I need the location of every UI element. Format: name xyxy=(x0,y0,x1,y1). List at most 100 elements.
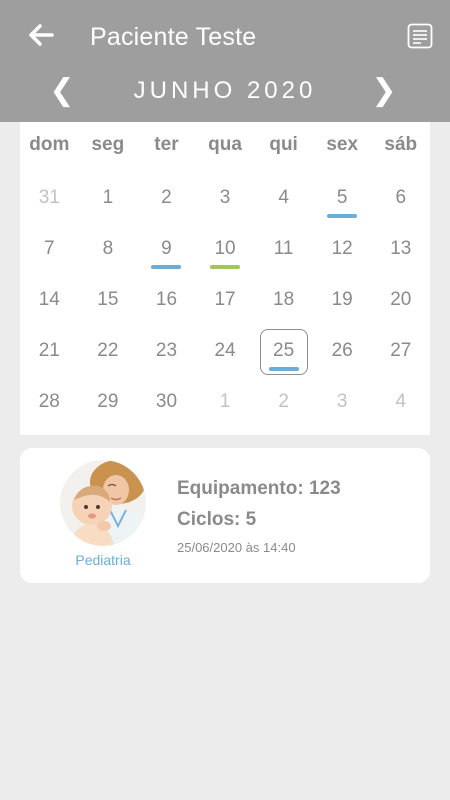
calendar-day[interactable]: 11 xyxy=(254,225,313,276)
day-number: 30 xyxy=(155,391,178,412)
day-number: 15 xyxy=(97,289,119,310)
calendar-day[interactable]: 23 xyxy=(137,327,196,378)
day-number: 20 xyxy=(390,289,412,310)
calendar-day[interactable]: 2 xyxy=(137,174,196,225)
weekday-label: dom xyxy=(29,134,70,155)
day-number: 11 xyxy=(273,238,294,259)
calendar-week-row: 21 22 23 24 25 26 27 xyxy=(20,327,430,378)
day-number: 6 xyxy=(395,187,407,208)
calendar-week-row: 31 1 2 3 4 5 6 xyxy=(20,174,430,225)
calendar-day[interactable]: 4 xyxy=(371,378,430,429)
day-number: 4 xyxy=(278,187,289,208)
weekday-header: dom seg ter qua qui sex sáb xyxy=(20,134,430,164)
calendar-day[interactable]: 28 xyxy=(20,378,79,429)
back-button[interactable] xyxy=(24,18,58,52)
day-number: 16 xyxy=(155,289,178,310)
event-indicator xyxy=(268,367,299,371)
calendar-day[interactable]: 6 xyxy=(371,174,430,225)
calendar-day[interactable]: 30 xyxy=(137,378,196,429)
day-number: 27 xyxy=(390,340,412,361)
app-header: Paciente Teste ❮ JUNHO 2020 ❯ xyxy=(0,0,450,122)
day-number: 17 xyxy=(214,289,236,310)
calendar-day[interactable]: 7 xyxy=(20,225,79,276)
calendar-day[interactable]: 1 xyxy=(196,378,255,429)
calendar-week-row: 14 15 16 17 18 19 20 xyxy=(20,276,430,327)
calendar-day[interactable]: 8 xyxy=(79,225,138,276)
day-number: 21 xyxy=(38,340,60,361)
arrow-left-icon xyxy=(29,24,54,46)
day-number: 8 xyxy=(102,238,114,259)
day-number: 14 xyxy=(38,289,60,310)
calendar-day[interactable]: 27 xyxy=(371,327,430,378)
calendar-day[interactable]: 31 xyxy=(20,174,79,225)
cycles-label: Ciclos: 5 xyxy=(177,509,257,530)
category-label: Pediatria xyxy=(75,552,131,568)
day-number: 2 xyxy=(161,187,172,208)
document-list-icon xyxy=(407,23,433,49)
calendar-day[interactable]: 21 xyxy=(20,327,79,378)
day-number: 31 xyxy=(38,187,60,208)
next-month-button[interactable]: ❯ xyxy=(366,72,402,110)
day-number: 19 xyxy=(331,289,353,310)
weekday-label: ter xyxy=(154,134,179,155)
calendar-day[interactable]: 20 xyxy=(371,276,430,327)
calendar-day[interactable]: 9 xyxy=(137,225,196,276)
event-indicator xyxy=(210,265,241,269)
calendar-day[interactable]: 16 xyxy=(137,276,196,327)
calendar-day[interactable]: 12 xyxy=(313,225,372,276)
day-number: 3 xyxy=(336,391,348,412)
weekday-label: sex xyxy=(326,134,359,155)
day-number: 7 xyxy=(44,238,55,259)
calendar-day-selected[interactable]: 25 xyxy=(254,327,313,378)
calendar-day[interactable]: 22 xyxy=(79,327,138,378)
day-number: 28 xyxy=(38,391,60,412)
month-navigation: ❮ JUNHO 2020 ❯ xyxy=(0,70,450,112)
calendar-day[interactable]: 2 xyxy=(254,378,313,429)
calendar-day[interactable]: 26 xyxy=(313,327,372,378)
day-number: 5 xyxy=(336,187,348,208)
day-number: 29 xyxy=(97,391,119,412)
page-title: Paciente Teste xyxy=(90,23,257,51)
event-indicator xyxy=(151,265,182,269)
calendar-day[interactable]: 29 xyxy=(79,378,138,429)
equipment-label: Equipamento: 123 xyxy=(177,478,341,499)
day-number: 3 xyxy=(219,187,231,208)
calendar-day[interactable]: 4 xyxy=(254,174,313,225)
weekday-label: qua xyxy=(208,134,242,155)
calendar-day[interactable]: 5 xyxy=(313,174,372,225)
calendar-day[interactable]: 18 xyxy=(254,276,313,327)
calendar-day[interactable]: 17 xyxy=(196,276,255,327)
pediatrics-photo xyxy=(60,460,146,546)
day-number: 24 xyxy=(214,340,236,361)
day-number: 18 xyxy=(273,289,295,310)
day-number: 2 xyxy=(278,391,289,412)
day-number: 9 xyxy=(161,238,172,259)
calendar-grid: 31 1 2 3 4 5 6 7 8 9 10 11 12 13 14 15 16 17 18 19 20 21 22 23 2… xyxy=(20,174,430,429)
event-indicator xyxy=(327,214,358,218)
calendar-day[interactable]: 13 xyxy=(371,225,430,276)
calendar-day[interactable]: 3 xyxy=(196,174,255,225)
calendar-day[interactable]: 1 xyxy=(79,174,138,225)
weekday-label: sáb xyxy=(384,134,418,155)
calendar-day[interactable]: 14 xyxy=(20,276,79,327)
day-number: 26 xyxy=(331,340,353,361)
calendar-day[interactable]: 3 xyxy=(313,378,372,429)
record-timestamp: 25/06/2020 às 14:40 xyxy=(177,540,296,555)
day-number: 25 xyxy=(273,340,295,361)
day-number: 10 xyxy=(214,238,236,259)
calendar-week-row: 28 29 30 1 2 3 4 xyxy=(20,378,430,429)
day-number: 22 xyxy=(97,340,119,361)
calendar-day[interactable]: 15 xyxy=(79,276,138,327)
calendar-day[interactable]: 10 xyxy=(196,225,255,276)
day-number: 1 xyxy=(219,391,231,412)
day-number: 12 xyxy=(331,238,353,259)
calendar: dom seg ter qua qui sex sáb 31 1 2 3 4 5 6 7 8 9 1… xyxy=(20,122,430,435)
record-card[interactable]: Pediatria Equipamento: 123 Ciclos: 5 25/… xyxy=(20,448,430,583)
calendar-week-row: 7 8 9 10 11 12 13 xyxy=(20,225,430,276)
weekday-label: seg xyxy=(91,134,125,155)
records-menu-button[interactable] xyxy=(406,22,434,50)
calendar-day[interactable]: 24 xyxy=(196,327,255,378)
day-number: 1 xyxy=(102,187,114,208)
day-number: 13 xyxy=(390,238,412,259)
calendar-day[interactable]: 19 xyxy=(313,276,372,327)
